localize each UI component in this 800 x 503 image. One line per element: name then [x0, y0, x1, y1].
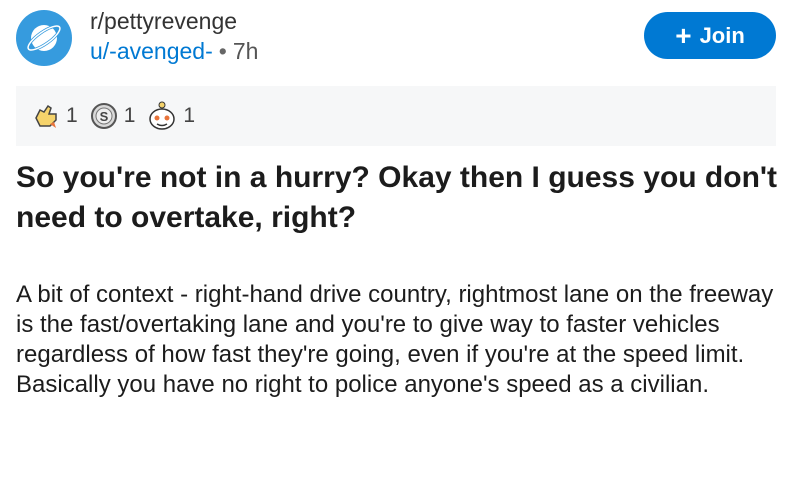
- award-helpful[interactable]: 1: [145, 99, 195, 133]
- post-title[interactable]: So you're not in a hurry? Okay then I gu…: [16, 158, 786, 238]
- planet-icon: [26, 24, 62, 52]
- silver-award-icon: S: [90, 103, 117, 129]
- subreddit-avatar[interactable]: [16, 10, 72, 66]
- award-wholesome[interactable]: 1: [30, 100, 78, 132]
- awards-bar[interactable]: 1 S 1 1: [16, 86, 776, 146]
- post-age: 7h: [232, 38, 259, 64]
- wholesome-award-icon: [35, 104, 57, 128]
- meta-separator: •: [218, 38, 227, 64]
- post-body: A bit of context - right-hand drive coun…: [16, 281, 774, 398]
- subreddit-name[interactable]: r/pettyrevenge: [90, 8, 237, 35]
- post-header: r/pettyrevenge u/-avenged- • 7h + Join: [0, 0, 800, 80]
- award-count: 1: [66, 104, 78, 127]
- plus-icon: +: [675, 19, 692, 51]
- award-count: 1: [183, 104, 196, 127]
- join-label: Join: [699, 22, 745, 48]
- helpful-award-icon: [149, 101, 176, 130]
- join-button[interactable]: + Join: [644, 12, 776, 59]
- post-meta: u/-avenged- • 7h: [90, 38, 258, 65]
- author-link[interactable]: u/-avenged-: [90, 38, 213, 64]
- award-silver[interactable]: S 1: [88, 100, 136, 132]
- svg-text:S: S: [99, 109, 108, 124]
- award-count: 1: [123, 104, 136, 127]
